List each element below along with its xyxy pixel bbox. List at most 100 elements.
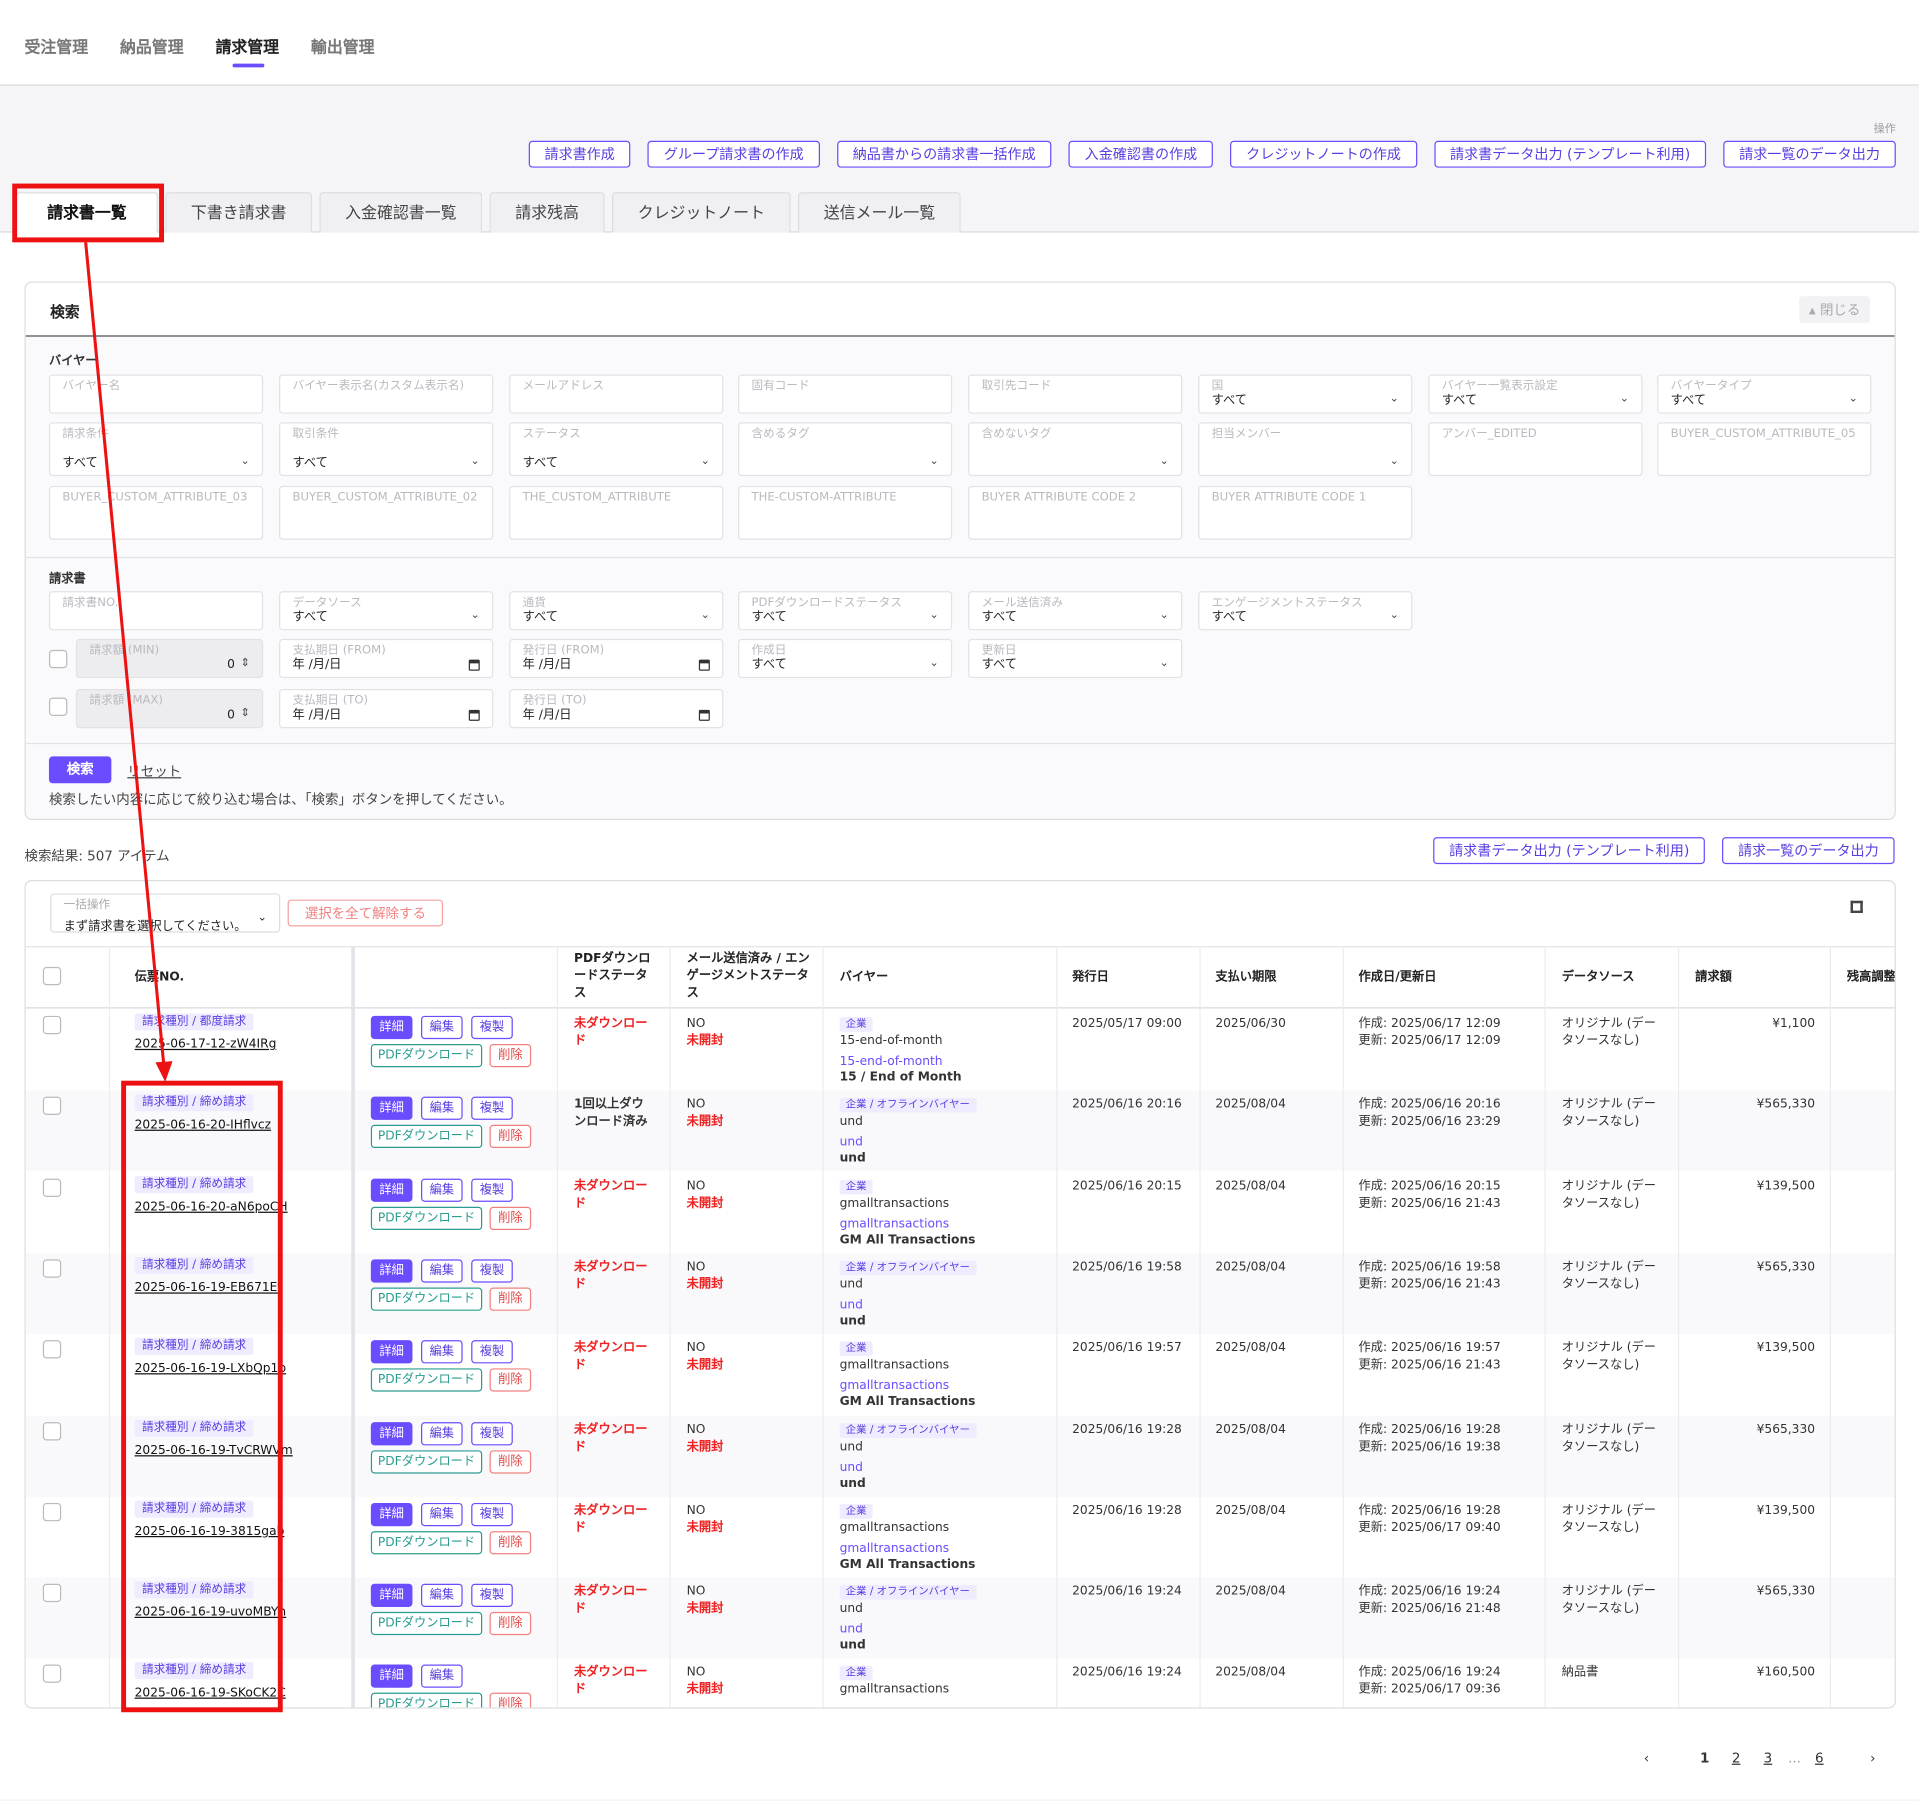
copy-button[interactable]: 複製: [471, 1421, 513, 1445]
pdf-download-button[interactable]: PDFダウンロード: [370, 1206, 483, 1230]
buyer-field-18[interactable]: THE_CUSTOM_ATTRIBUTE: [509, 485, 724, 540]
edit-button[interactable]: 編集: [421, 1096, 463, 1121]
invoice-field-6[interactable]: 請求額 (MIN) 0 ⇕: [75, 638, 264, 679]
invoice-field-13[interactable]: 発行日 (TO) 年 /月/日: [509, 689, 724, 729]
buyer-link[interactable]: 15-end-of-month: [840, 1054, 943, 1071]
delete-button[interactable]: 削除: [489, 1449, 532, 1473]
detail-button[interactable]: 詳細: [370, 1664, 413, 1689]
delete-button[interactable]: 削除: [489, 1043, 532, 1068]
buyer-link[interactable]: gmalltransactions: [840, 1216, 950, 1233]
row-checkbox[interactable]: [42, 1340, 62, 1359]
row-checkbox[interactable]: [42, 1259, 62, 1278]
pager-next[interactable]: ›: [1870, 1750, 1875, 1766]
copy-button[interactable]: 複製: [471, 1096, 513, 1121]
close-search-button[interactable]: ▴ 閉じる: [1799, 296, 1871, 324]
edit-button[interactable]: 編集: [421, 1664, 463, 1689]
buyer-field-9[interactable]: 取引条件 すべて ⌄: [279, 422, 494, 477]
page-last[interactable]: 6: [1815, 1750, 1824, 1766]
create-invoice-button[interactable]: 請求書作成: [528, 140, 631, 168]
detail-button[interactable]: 詳細: [370, 1096, 413, 1121]
delete-button[interactable]: 削除: [489, 1611, 532, 1636]
edit-button[interactable]: 編集: [421, 1015, 463, 1040]
pager-prev[interactable]: ‹: [1644, 1750, 1649, 1766]
delete-button[interactable]: 削除: [489, 1125, 532, 1149]
tab-draft-invoices[interactable]: 下書き請求書: [165, 192, 313, 233]
bulk-action-select[interactable]: 一括操作 まず請求書を選択してください。 ⌄: [50, 893, 281, 934]
buyer-link[interactable]: und: [840, 1460, 863, 1477]
row-checkbox[interactable]: [42, 1178, 62, 1197]
edit-button[interactable]: 編集: [421, 1502, 463, 1526]
col-buyer[interactable]: バイヤー: [840, 969, 889, 986]
detail-button[interactable]: 詳細: [370, 1583, 413, 1608]
row-checkbox[interactable]: [42, 1664, 62, 1684]
export-invoice-template-button[interactable]: 請求書データ出力 (テンプレート利用): [1434, 140, 1707, 168]
clear-selection-button[interactable]: 選択を全て解除する: [287, 899, 444, 927]
copy-button[interactable]: 複製: [471, 1583, 513, 1608]
detail-button[interactable]: 詳細: [370, 1421, 413, 1445]
detail-button[interactable]: 詳細: [370, 1178, 413, 1202]
edit-button[interactable]: 編集: [421, 1259, 463, 1283]
bulk-create-from-delivery-button[interactable]: 納品書からの請求書一括作成: [836, 140, 1052, 168]
buyer-field-13[interactable]: 担当メンバー ⌄: [1198, 422, 1413, 477]
invoice-field-11[interactable]: 請求額 (MAX) 0 ⇕: [75, 689, 264, 729]
row-checkbox[interactable]: [42, 1421, 62, 1440]
buyer-field-12[interactable]: 含めないタグ ⌄: [968, 422, 1183, 477]
tab-sent-emails[interactable]: 送信メール一覧: [798, 192, 961, 233]
col-pdf-status[interactable]: PDFダウンロードステータス: [574, 951, 657, 1002]
detail-button[interactable]: 詳細: [370, 1259, 413, 1283]
detail-button[interactable]: 詳細: [370, 1015, 413, 1040]
copy-button[interactable]: 複製: [471, 1259, 513, 1283]
copy-button[interactable]: 複製: [471, 1178, 513, 1202]
page-1[interactable]: 1: [1700, 1750, 1709, 1766]
invoice-no-link[interactable]: 2025-06-17-12-zW4IRg: [135, 1038, 277, 1051]
page-2[interactable]: 2: [1732, 1750, 1741, 1766]
buyer-field-3[interactable]: 固有コード: [738, 374, 953, 414]
col-issue-date[interactable]: 発行日: [1072, 969, 1109, 986]
max-amount-checkbox[interactable]: [48, 697, 68, 716]
buyer-link[interactable]: und: [840, 1622, 863, 1639]
select-all-checkbox[interactable]: [42, 966, 62, 986]
tab-payment-confirmations[interactable]: 入金確認書一覧: [319, 192, 483, 233]
pdf-download-button[interactable]: PDFダウンロード: [370, 1449, 483, 1473]
page-3[interactable]: 3: [1764, 1750, 1773, 1766]
tab-credit-notes[interactable]: クレジットノート: [612, 192, 791, 233]
edit-button[interactable]: 編集: [421, 1340, 463, 1364]
buyer-link[interactable]: gmalltransactions: [840, 1541, 950, 1558]
pdf-download-button[interactable]: PDFダウンロード: [370, 1287, 483, 1311]
edit-button[interactable]: 編集: [421, 1421, 463, 1445]
nav-export[interactable]: 輸出管理: [311, 0, 375, 86]
edit-button[interactable]: 編集: [421, 1178, 463, 1202]
detail-button[interactable]: 詳細: [370, 1340, 413, 1364]
delete-button[interactable]: 削除: [489, 1287, 532, 1311]
col-balance-adjust[interactable]: 残高調整: [1847, 969, 1895, 986]
buyer-field-20[interactable]: BUYER ATTRIBUTE CODE 2: [968, 485, 1183, 540]
delete-button[interactable]: 削除: [489, 1693, 532, 1708]
buyer-link[interactable]: und: [840, 1297, 863, 1314]
edit-button[interactable]: 編集: [421, 1583, 463, 1608]
buyer-field-5[interactable]: 国すべて ⌄: [1198, 374, 1413, 414]
fullscreen-icon[interactable]: [1850, 900, 1863, 914]
tab-invoice-balance[interactable]: 請求残高: [489, 192, 605, 233]
nav-deliveries[interactable]: 納品管理: [120, 0, 184, 86]
col-invoice-no[interactable]: 伝票NO.: [135, 969, 185, 986]
invoice-field-7[interactable]: 支払期日 (FROM) 年 /月/日: [279, 638, 494, 679]
buyer-field-0[interactable]: バイヤー名: [48, 374, 264, 414]
buyer-field-8[interactable]: 請求条件 すべて ⌄: [48, 422, 264, 477]
copy-button[interactable]: 複製: [471, 1502, 513, 1526]
detail-button[interactable]: 詳細: [370, 1502, 413, 1526]
export-invoice-list-button[interactable]: 請求一覧のデータ出力: [1723, 140, 1896, 168]
buyer-link[interactable]: und: [840, 1135, 863, 1152]
row-checkbox[interactable]: [42, 1583, 62, 1603]
delete-button[interactable]: 削除: [489, 1368, 532, 1392]
reset-link[interactable]: リセット: [127, 761, 181, 781]
buyer-field-16[interactable]: BUYER_CUSTOM_ATTRIBUTE_03: [48, 485, 264, 540]
create-credit-note-button[interactable]: クレジットノートの作成: [1230, 140, 1417, 168]
pdf-download-button[interactable]: PDFダウンロード: [370, 1611, 483, 1636]
pdf-download-button[interactable]: PDFダウンロード: [370, 1125, 483, 1149]
col-amount[interactable]: 請求額: [1695, 969, 1732, 986]
invoice-field-9[interactable]: 作成日 すべて ⌄: [738, 638, 953, 679]
buyer-field-7[interactable]: バイヤータイプ すべて ⌄: [1657, 374, 1872, 414]
export-invoice-list-button-2[interactable]: 請求一覧のデータ出力: [1722, 837, 1895, 865]
invoice-field-4[interactable]: メール送信済み すべて ⌄: [968, 591, 1183, 631]
invoice-field-5[interactable]: エンゲージメントステータス すべて ⌄: [1198, 591, 1413, 631]
